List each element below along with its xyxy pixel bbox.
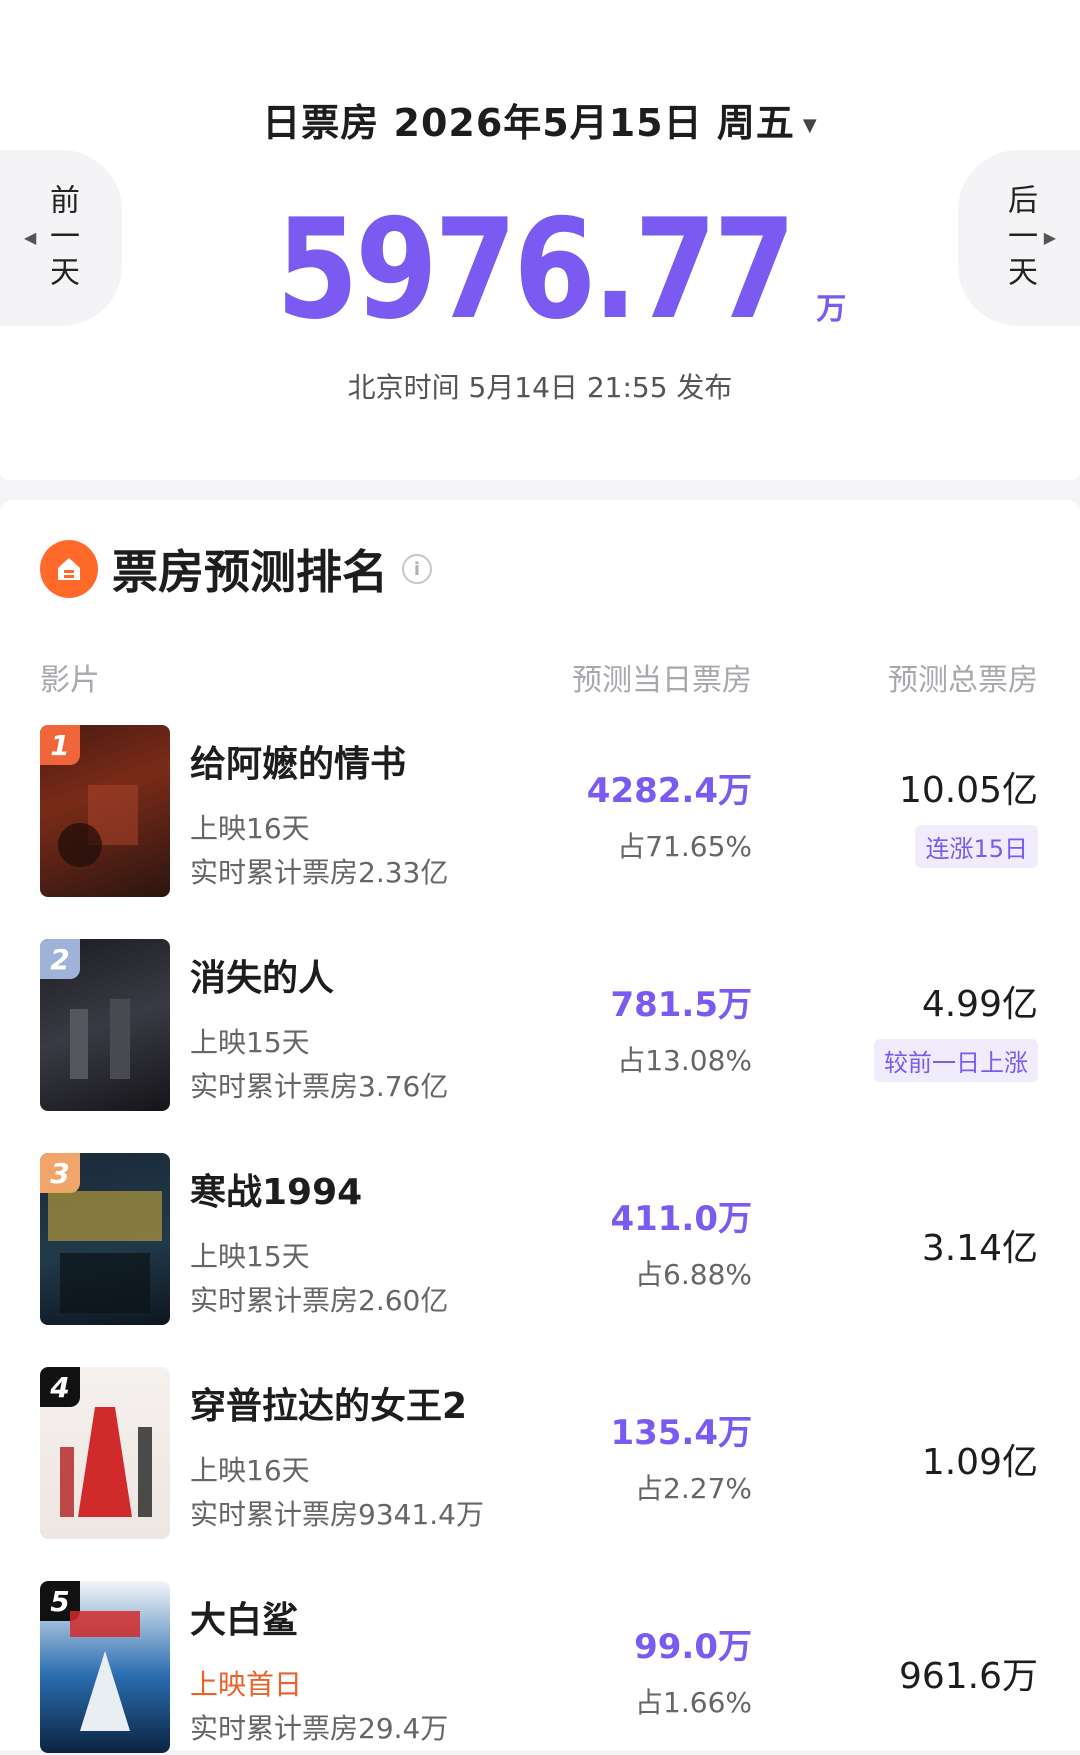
- forecast-day-box-office: 411.0万: [610, 1199, 752, 1239]
- film-cumulative-box-office: 实时累计票房2.60亿: [190, 1284, 449, 1317]
- forecast-total-box-office: 4.99亿: [921, 984, 1038, 1025]
- poster-art: [70, 999, 130, 1079]
- forecast-share: 占2.27%: [635, 1472, 752, 1505]
- film-title[interactable]: 穿普拉达的女王2: [190, 1377, 467, 1429]
- forecast-day-box-office: 99.0万: [634, 1627, 752, 1667]
- film-row[interactable]: 1 给阿嬷的情书 上映16天 实时累计票房2.33亿 4282.4万 占71.6…: [0, 725, 1080, 899]
- film-cumulative-box-office: 实时累计票房9341.4万: [190, 1498, 484, 1531]
- film-release-days: 上映15天: [190, 1026, 310, 1059]
- forecast-total-box-office: 961.6万: [898, 1656, 1038, 1697]
- film-title[interactable]: 给阿嬷的情书: [190, 735, 406, 787]
- forecast-day-box-office: 781.5万: [610, 985, 752, 1025]
- section-title: 票房预测排名: [112, 545, 388, 599]
- total-value: 5976.77: [275, 189, 796, 350]
- section-header: 票房预测排名 i: [40, 536, 432, 602]
- forecast-share: 占71.65%: [617, 830, 752, 863]
- forecast-share: 占6.88%: [635, 1258, 752, 1291]
- film-cumulative-box-office: 实时累计票房29.4万: [190, 1712, 449, 1745]
- info-icon[interactable]: i: [402, 554, 432, 584]
- film-title[interactable]: 寒战1994: [190, 1163, 362, 1215]
- poster-art: [70, 1611, 140, 1731]
- film-row[interactable]: 3 寒战1994 上映15天 实时累计票房2.60亿 411.0万 占6.88%…: [0, 1153, 1080, 1327]
- column-header-total-box-office: 预测总票房: [888, 663, 1038, 698]
- total-unit: 万: [816, 292, 847, 327]
- film-cumulative-box-office: 实时累计票房3.76亿: [190, 1070, 449, 1103]
- film-release-days: 上映16天: [190, 1454, 310, 1487]
- column-header-film: 影片: [40, 663, 100, 698]
- forecast-day-box-office: 4282.4万: [586, 771, 752, 811]
- forecast-total-box-office: 10.05亿: [898, 770, 1038, 811]
- publish-time: 北京时间 5月14日 21:55 发布: [347, 371, 733, 404]
- film-cumulative-box-office: 实时累计票房2.33亿: [190, 856, 449, 889]
- poster-art: [60, 1407, 152, 1517]
- film-row[interactable]: 5 大白鲨 上映首日 实时累计票房29.4万 99.0万 占1.66% 961.…: [0, 1581, 1080, 1755]
- trend-badge: 较前一日上涨: [874, 1039, 1038, 1082]
- film-title[interactable]: 消失的人: [190, 949, 334, 1001]
- film-release-days: 上映首日: [190, 1668, 303, 1701]
- daily-box-office-header: 日票房 2026年5月15日 周五 ▼ ◀ 前一天 后一天 ▶ 5976.77 万 …: [0, 0, 1080, 480]
- poster-art: [48, 1191, 162, 1313]
- maoyan-logo-icon: [40, 540, 98, 598]
- forecast-day-box-office: 135.4万: [610, 1413, 752, 1453]
- column-header-day-box-office: 预测当日票房: [572, 663, 752, 698]
- forecast-share: 占13.08%: [617, 1044, 752, 1077]
- date-selector[interactable]: 日票房 2026年5月15日 周五 ▼: [0, 92, 1080, 147]
- caret-down-icon[interactable]: ▼: [803, 115, 818, 136]
- trend-badge: 连涨15日: [915, 825, 1038, 868]
- film-poster[interactable]: 1: [40, 725, 170, 897]
- forecast-ranking-card: 票房预测排名 i 影片 预测当日票房 预测总票房 1 给阿嬷的情书 上映16天 …: [0, 500, 1080, 1753]
- forecast-total-box-office: 1.09亿: [921, 1442, 1038, 1483]
- film-title[interactable]: 大白鲨: [190, 1591, 298, 1643]
- film-poster[interactable]: 5: [40, 1581, 170, 1753]
- date-title[interactable]: 日票房 2026年5月15日 周五: [262, 101, 795, 145]
- film-release-days: 上映16天: [190, 812, 310, 845]
- forecast-total-box-office: 3.14亿: [921, 1228, 1038, 1269]
- film-release-days: 上映15天: [190, 1240, 310, 1273]
- film-poster[interactable]: 4: [40, 1367, 170, 1539]
- film-row[interactable]: 2 消失的人 上映15天 实时累计票房3.76亿 781.5万 占13.08% …: [0, 939, 1080, 1113]
- poster-art: [58, 785, 138, 867]
- film-poster[interactable]: 2: [40, 939, 170, 1111]
- film-poster[interactable]: 3: [40, 1153, 170, 1325]
- film-row[interactable]: 4 穿普拉达的女王2 上映16天 实时累计票房9341.4万 135.4万 占2…: [0, 1367, 1080, 1541]
- total-box-office: 5976.77 万: [0, 200, 1080, 340]
- forecast-share: 占1.66%: [635, 1686, 752, 1719]
